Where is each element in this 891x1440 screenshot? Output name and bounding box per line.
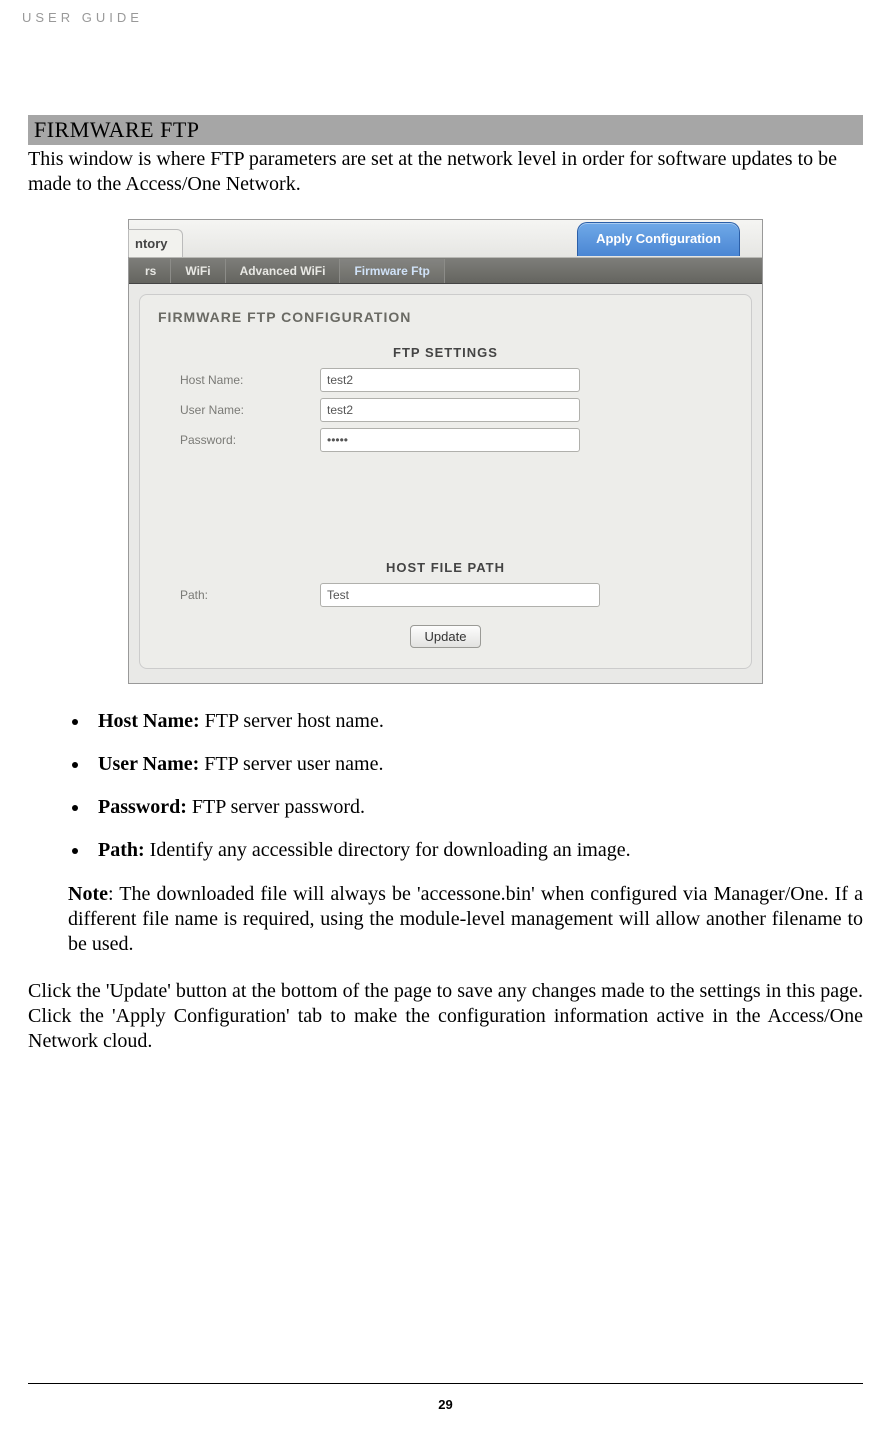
note-text: : The downloaded file will always be 'ac… [68, 883, 863, 955]
bullet-hostname-desc: FTP server host name. [200, 710, 384, 732]
bullet-path: Path: Identify any accessible directory … [90, 839, 863, 862]
update-button[interactable]: Update [410, 625, 482, 648]
row-username: User Name: [140, 398, 751, 422]
page-number: 29 [0, 1397, 891, 1412]
bullet-password-term: Password: [98, 796, 187, 818]
footer-rule [28, 1383, 863, 1384]
subtab-rs[interactable]: rs [131, 259, 171, 283]
bullet-hostname-term: Host Name: [98, 710, 200, 732]
panel-title: FIRMWARE FTP CONFIGURATION [140, 295, 751, 335]
subtab-wifi[interactable]: WiFi [171, 259, 225, 283]
tab-inventory[interactable]: ntory [128, 229, 183, 257]
closing-paragraph: Click the 'Update' button at the bottom … [28, 979, 863, 1054]
header-label: USER GUIDE [22, 10, 863, 25]
label-path: Path: [180, 588, 320, 602]
label-username: User Name: [180, 403, 320, 417]
bullet-password-desc: FTP server password. [187, 796, 365, 818]
host-file-path-heading: HOST FILE PATH [140, 560, 751, 575]
input-hostname[interactable] [320, 368, 580, 392]
input-password[interactable] [320, 428, 580, 452]
sub-tab-bar: rs WiFi Advanced WiFi Firmware Ftp [129, 258, 762, 284]
config-panel: FIRMWARE FTP CONFIGURATION FTP SETTINGS … [139, 294, 752, 669]
tab-bar: ntory Apply Configuration [129, 220, 762, 258]
intro-text: This window is where FTP parameters are … [28, 147, 863, 197]
row-hostname: Host Name: [140, 368, 751, 392]
subtab-advanced-wifi[interactable]: Advanced WiFi [226, 259, 341, 283]
input-path[interactable] [320, 583, 600, 607]
section-title: FIRMWARE FTP [28, 115, 863, 145]
ftp-settings-heading: FTP SETTINGS [140, 345, 751, 360]
subtab-firmware-ftp[interactable]: Firmware Ftp [340, 259, 444, 283]
bullet-password: Password: FTP server password. [90, 796, 863, 819]
bullet-username-term: User Name: [98, 753, 199, 775]
bullet-list: Host Name: FTP server host name. User Na… [90, 710, 863, 862]
bullet-username: User Name: FTP server user name. [90, 753, 863, 776]
screenshot-illustration: ntory Apply Configuration rs WiFi Advanc… [128, 219, 763, 684]
bullet-hostname: Host Name: FTP server host name. [90, 710, 863, 733]
label-password: Password: [180, 433, 320, 447]
note-label: Note [68, 883, 108, 905]
bullet-username-desc: FTP server user name. [199, 753, 383, 775]
bullet-path-desc: Identify any accessible directory for do… [145, 839, 631, 861]
label-hostname: Host Name: [180, 373, 320, 387]
tab-apply-configuration[interactable]: Apply Configuration [577, 222, 740, 256]
input-username[interactable] [320, 398, 580, 422]
bullet-path-term: Path: [98, 839, 145, 861]
row-password: Password: [140, 428, 751, 452]
row-path: Path: [140, 583, 751, 607]
note-paragraph: Note: The downloaded file will always be… [68, 882, 863, 957]
